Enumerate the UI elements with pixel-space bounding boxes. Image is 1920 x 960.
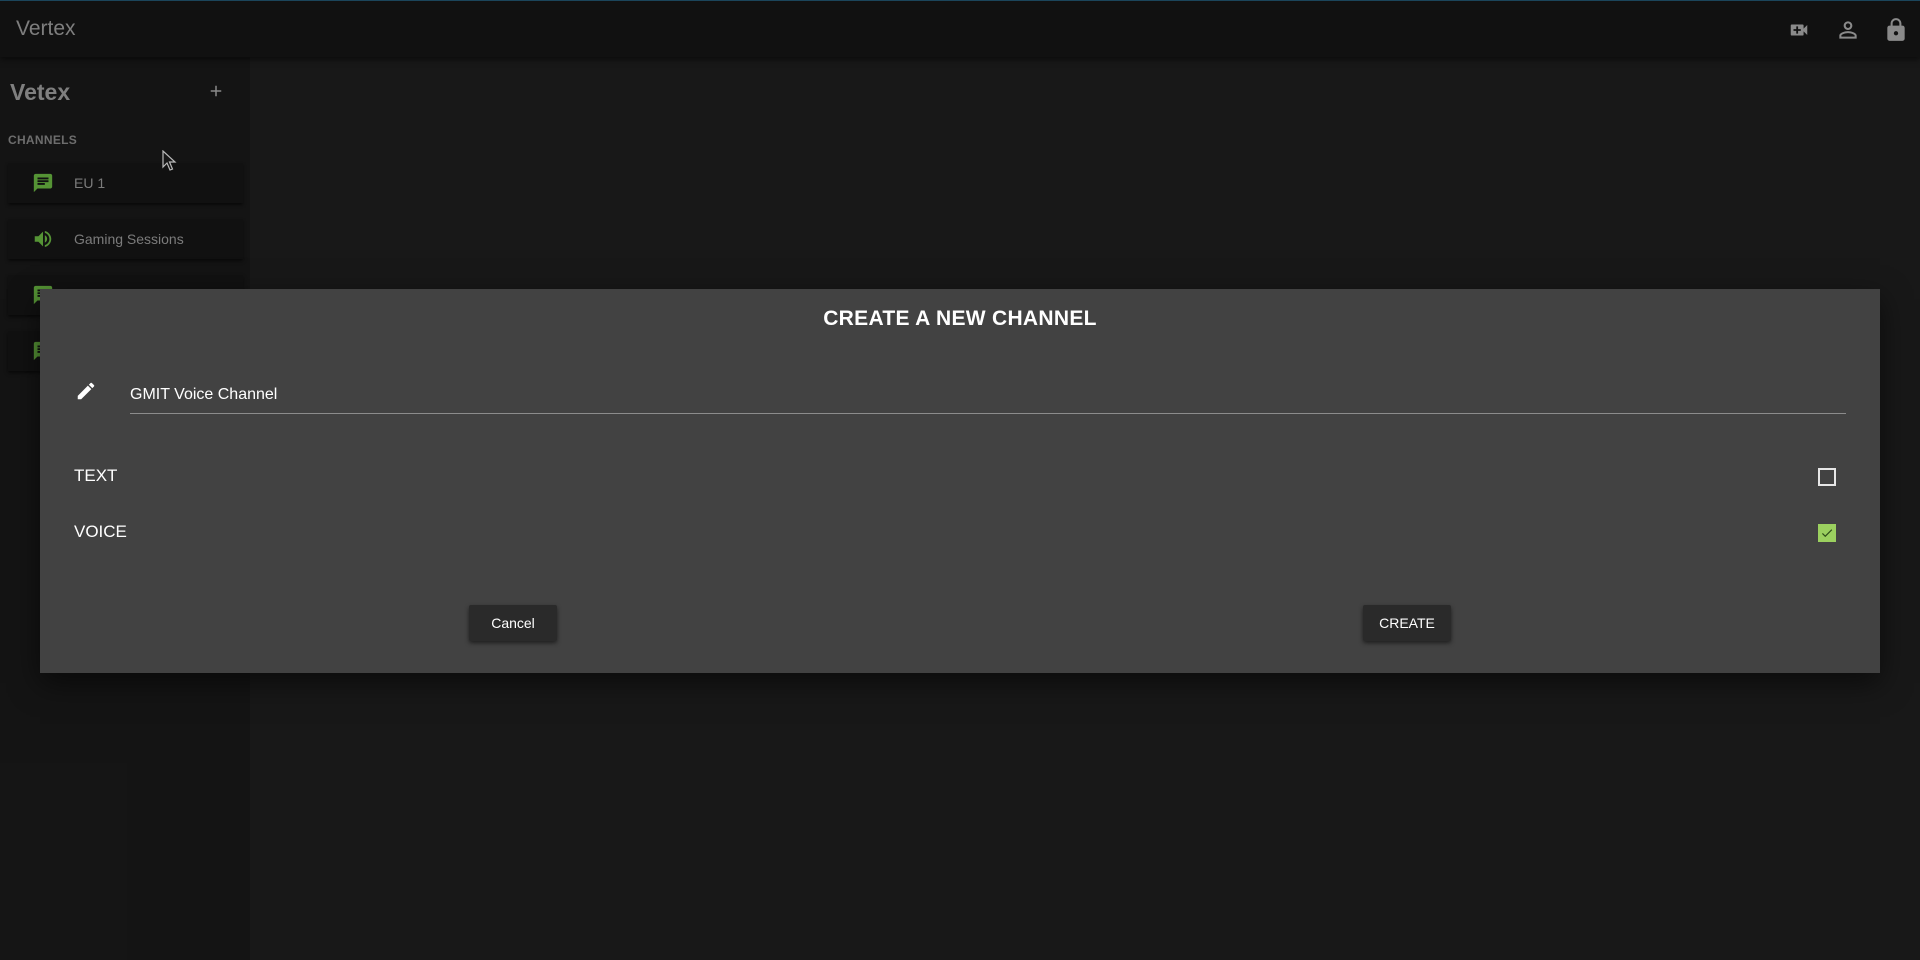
- voice-checkbox[interactable]: [1818, 524, 1836, 542]
- voice-option-label: VOICE: [74, 522, 127, 541]
- text-option-label: TEXT: [74, 466, 118, 485]
- check-icon: [1821, 529, 1833, 538]
- text-checkbox[interactable]: [1818, 468, 1836, 486]
- channel-name-input[interactable]: [130, 376, 1846, 414]
- create-channel-dialog: CREATE A NEW CHANNEL TEXT VOICE Cancel C…: [40, 289, 1880, 673]
- cancel-button[interactable]: Cancel: [469, 605, 557, 641]
- create-button[interactable]: CREATE: [1363, 605, 1451, 641]
- pencil-icon: [74, 379, 98, 403]
- dialog-title: CREATE A NEW CHANNEL: [823, 307, 1097, 330]
